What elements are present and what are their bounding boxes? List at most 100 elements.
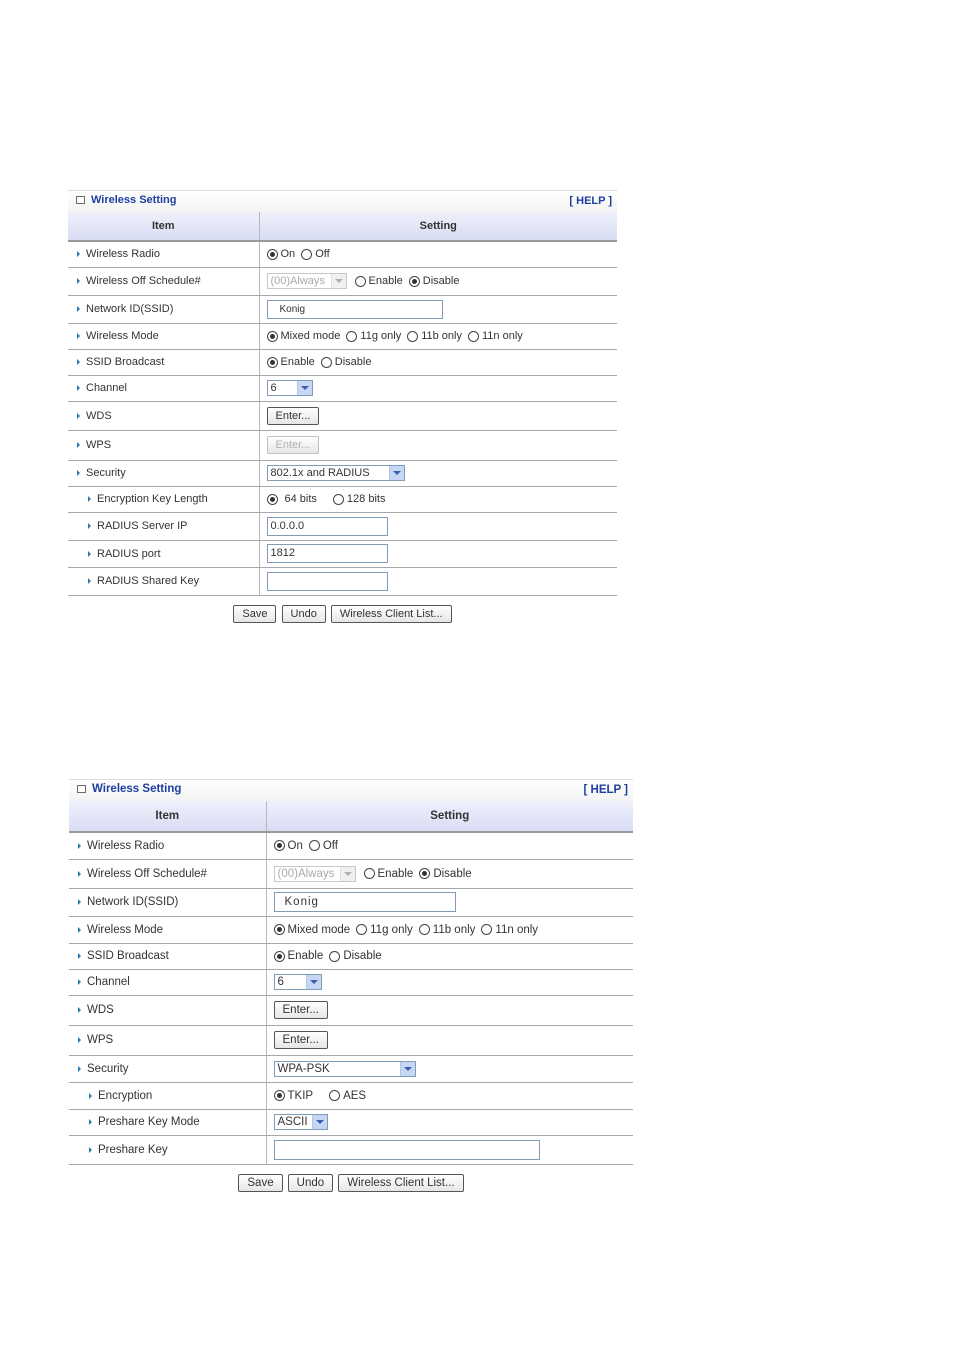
bullet-arrow-icon bbox=[78, 979, 81, 985]
broadcast-disable-radio[interactable]: Disable bbox=[320, 356, 371, 368]
radius-key-input[interactable] bbox=[266, 571, 388, 591]
wps-enter-button[interactable]: Enter... bbox=[266, 436, 320, 454]
broadcast-enable-radio[interactable]: Enable bbox=[273, 950, 323, 962]
radio-button-icon bbox=[273, 924, 285, 935]
broadcast-disable-radio[interactable]: Disable bbox=[329, 950, 382, 962]
undo-button[interactable]: Undo bbox=[287, 1173, 334, 1192]
table-row: Wireless Off Schedule# (00)Always Enable… bbox=[69, 859, 633, 889]
security-select[interactable]: 802.1x and RADIUS bbox=[266, 465, 405, 481]
broadcast-enable-radio[interactable]: Enable bbox=[266, 356, 315, 368]
row-label: Channel bbox=[86, 382, 127, 394]
wds-enter-button[interactable]: Enter... bbox=[266, 406, 320, 425]
window-icon bbox=[76, 196, 85, 204]
bullet-arrow-icon bbox=[77, 251, 80, 258]
mode-11b-radio[interactable]: 11b only bbox=[407, 330, 462, 342]
table-row: Encryption Key Length 64 bits 128 bits bbox=[68, 486, 617, 513]
panel-title: Wireless Setting bbox=[92, 783, 182, 795]
bullet-arrow-icon bbox=[77, 333, 80, 339]
row-label: Network ID(SSID) bbox=[87, 896, 179, 908]
chevron-down-icon bbox=[388, 466, 404, 480]
undo-button[interactable]: Undo bbox=[281, 604, 326, 623]
security-select[interactable]: WPA-PSK bbox=[273, 1060, 416, 1077]
schedule-enable-radio[interactable]: Enable bbox=[354, 275, 403, 287]
radio-off[interactable]: Off bbox=[308, 840, 338, 852]
table-row: Channel 6 bbox=[68, 375, 617, 402]
help-link[interactable]: [ HELP ] bbox=[583, 784, 628, 796]
schedule-enable-radio[interactable]: Enable bbox=[363, 868, 413, 880]
mode-11n-radio[interactable]: 11n only bbox=[481, 924, 538, 936]
radius-port-input[interactable]: 1812 bbox=[266, 544, 388, 563]
row-label: Wireless Mode bbox=[86, 330, 159, 342]
table-row: Channel 6 bbox=[69, 969, 633, 996]
save-button[interactable]: Save bbox=[238, 1173, 283, 1192]
bullet-arrow-icon bbox=[77, 442, 80, 448]
bullet-arrow-icon bbox=[78, 1065, 81, 1072]
mode-11g-radio[interactable]: 11g only bbox=[346, 330, 401, 342]
keylen-128-radio[interactable]: 128 bits bbox=[332, 493, 385, 505]
wireless-setting-panel-1: Wireless Setting [ HELP ] Item Setting W… bbox=[68, 190, 617, 623]
radio-button-icon bbox=[320, 356, 332, 368]
table-row: RADIUS port 1812 bbox=[68, 540, 617, 568]
schedule-disable-radio[interactable]: Disable bbox=[408, 275, 459, 287]
wireless-client-list-button[interactable]: Wireless Client List... bbox=[338, 1173, 464, 1192]
table-row: Network ID(SSID) Konig bbox=[68, 295, 617, 324]
preshare-key-input[interactable] bbox=[273, 1139, 540, 1160]
encryption-aes-radio[interactable]: AES bbox=[329, 1090, 366, 1102]
radius-ip-input[interactable]: 0.0.0.0 bbox=[266, 516, 388, 536]
schedule-disable-radio[interactable]: Disable bbox=[419, 868, 472, 880]
table-row: SSID Broadcast Enable Disable bbox=[69, 943, 633, 970]
radio-button-icon bbox=[419, 868, 431, 879]
column-header-setting: Setting bbox=[259, 212, 617, 242]
channel-select[interactable]: 6 bbox=[266, 380, 313, 396]
mode-mixed-radio[interactable]: Mixed mode bbox=[273, 924, 350, 936]
row-label: WDS bbox=[86, 409, 112, 422]
preshare-key-mode-select[interactable]: ASCII bbox=[273, 1114, 328, 1130]
wds-enter-button[interactable]: Enter... bbox=[273, 1001, 328, 1019]
help-link[interactable]: [ HELP ] bbox=[569, 195, 612, 207]
action-bar: Save Undo Wireless Client List... bbox=[68, 596, 617, 623]
window-icon bbox=[77, 785, 86, 793]
table-row: Network ID(SSID) Konig bbox=[69, 888, 633, 917]
schedule-select[interactable]: (00)Always bbox=[273, 865, 356, 882]
radio-button-icon bbox=[363, 868, 375, 879]
table-row: WPS Enter... bbox=[68, 430, 617, 461]
radio-on[interactable]: On bbox=[273, 840, 303, 852]
row-label: Wireless Radio bbox=[87, 839, 165, 852]
table-row: Security 802.1x and RADIUS bbox=[68, 460, 617, 487]
radio-button-icon bbox=[407, 330, 419, 342]
radio-button-icon bbox=[273, 1090, 285, 1101]
radio-button-icon bbox=[329, 950, 341, 962]
settings-table: Item Setting Wireless Radio On Off Wirel… bbox=[69, 801, 633, 1165]
table-row: Encryption TKIP AES bbox=[69, 1082, 633, 1110]
mode-11g-radio[interactable]: 11g only bbox=[356, 924, 413, 936]
row-label: Wireless Off Schedule# bbox=[86, 275, 201, 287]
mode-mixed-radio[interactable]: Mixed mode bbox=[266, 330, 340, 342]
row-label: Preshare Key bbox=[98, 1143, 168, 1156]
table-row: Wireless Off Schedule# (00)Always Enable… bbox=[68, 267, 617, 296]
mode-11b-radio[interactable]: 11b only bbox=[418, 924, 475, 936]
radio-button-icon bbox=[301, 248, 313, 260]
wps-enter-button[interactable]: Enter... bbox=[273, 1031, 328, 1049]
schedule-select[interactable]: (00)Always bbox=[266, 273, 347, 289]
encryption-tkip-radio[interactable]: TKIP bbox=[273, 1090, 313, 1102]
save-button[interactable]: Save bbox=[233, 604, 277, 623]
keylen-64-radio[interactable]: 64 bits bbox=[266, 493, 317, 505]
table-row: WDS Enter... bbox=[69, 995, 633, 1026]
bullet-arrow-icon bbox=[77, 359, 80, 365]
bullet-arrow-icon bbox=[78, 1037, 81, 1043]
column-header-setting: Setting bbox=[266, 801, 633, 833]
wireless-client-list-button[interactable]: Wireless Client List... bbox=[330, 604, 452, 623]
radio-button-icon bbox=[308, 840, 320, 852]
radio-off[interactable]: Off bbox=[301, 248, 330, 260]
radio-button-icon bbox=[332, 493, 344, 505]
channel-select[interactable]: 6 bbox=[273, 974, 322, 990]
row-label: Wireless Mode bbox=[87, 923, 164, 936]
ssid-input[interactable]: Konig bbox=[266, 299, 443, 319]
mode-11n-radio[interactable]: 11n only bbox=[467, 330, 523, 342]
chevron-down-icon bbox=[296, 381, 312, 395]
table-row: Preshare Key Mode ASCII bbox=[69, 1109, 633, 1136]
radio-on[interactable]: On bbox=[266, 248, 295, 260]
ssid-input[interactable]: Konig bbox=[273, 892, 456, 912]
radio-button-icon bbox=[273, 840, 285, 852]
bullet-arrow-icon bbox=[77, 412, 80, 419]
